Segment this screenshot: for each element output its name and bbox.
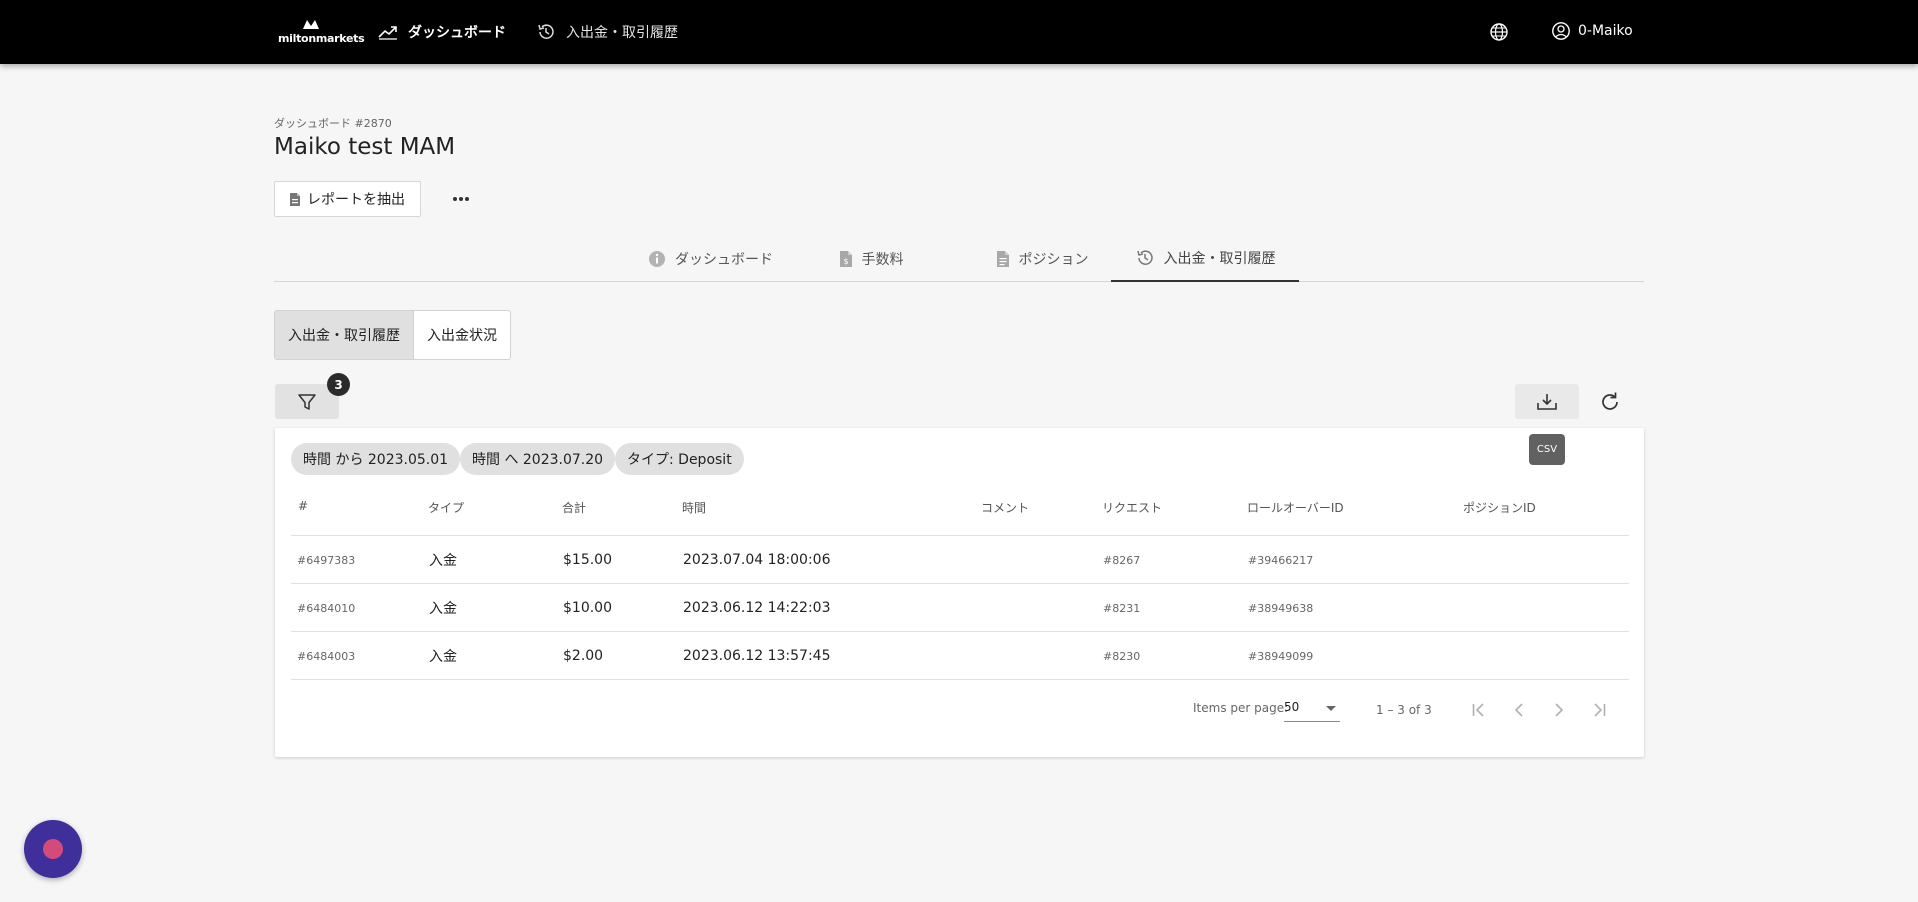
tab-positions-label: ポジション: [1018, 251, 1089, 268]
tab-history-label: 入出金・取引履歴: [1163, 250, 1276, 267]
filter-icon: [298, 393, 316, 410]
transactions-card: 時間 から 2023.05.01 時間 へ 2023.07.20 タイプ: De…: [275, 428, 1644, 757]
tab-dashboard-label: ダッシュボード: [675, 251, 773, 268]
items-per-page-label: Items per page:: [1193, 701, 1289, 715]
report-file-icon: [290, 192, 300, 206]
table-row[interactable]: #6497383 入金 $15.00 2023.07.04 18:00:06 #…: [291, 535, 1629, 583]
cell-request: #8267: [1103, 553, 1141, 567]
history-view-toggle: 入出金・取引履歴 入出金状況: [274, 310, 511, 360]
filter-count-badge: 3: [327, 373, 350, 396]
milton-markets-logo[interactable]: miltonmarkets: [278, 18, 365, 46]
refresh-icon: [1602, 392, 1618, 410]
tab-history[interactable]: 入出金・取引履歴: [1111, 235, 1299, 282]
column-header-amount[interactable]: 合計: [562, 499, 586, 516]
column-header-type[interactable]: タイプ: [428, 499, 464, 516]
table-row[interactable]: #6484010 入金 $10.00 2023.06.12 14:22:03 #…: [291, 583, 1629, 631]
nav-dashboard[interactable]: ダッシュボード: [378, 21, 506, 43]
cell-time: 2023.07.04 18:00:06: [683, 552, 831, 568]
items-per-page-select[interactable]: 50: [1284, 696, 1340, 722]
toggle-deposit-status[interactable]: 入出金状況: [414, 311, 510, 359]
more-horizontal-icon: [453, 197, 469, 201]
page-title: Maiko test MAM: [274, 134, 456, 160]
table-bottom-divider: [291, 679, 1629, 680]
refresh-button[interactable]: [1597, 389, 1623, 415]
cell-type: 入金: [429, 553, 457, 569]
tab-positions[interactable]: ポジション: [978, 235, 1106, 282]
nav-history-label: 入出金・取引履歴: [566, 25, 678, 41]
next-page-button[interactable]: [1545, 696, 1573, 724]
download-icon: [1537, 393, 1557, 410]
filter-chip-time-to[interactable]: 時間 へ 2023.07.20: [460, 443, 616, 475]
extract-report-button[interactable]: レポートを抽出: [274, 181, 421, 217]
chevron-left-icon: [1514, 703, 1523, 717]
column-header-comment[interactable]: コメント: [981, 499, 1029, 516]
tab-fees[interactable]: $ 手数料: [823, 235, 919, 282]
last-page-icon: [1594, 703, 1606, 717]
chat-widget-button[interactable]: [24, 820, 82, 878]
cell-type: 入金: [429, 601, 457, 617]
column-header-rollover-id[interactable]: ロールオーバーID: [1247, 499, 1344, 516]
user-menu[interactable]: 0-Maiko: [1551, 21, 1633, 41]
column-header-position-id[interactable]: ポジションID: [1463, 499, 1536, 516]
logo-text: miltonmarkets: [278, 32, 365, 45]
cell-id: #6497383: [297, 553, 356, 567]
csv-tooltip: CSV: [1529, 434, 1565, 465]
tab-fees-label: 手数料: [861, 251, 904, 268]
more-options-button[interactable]: [449, 190, 473, 208]
chat-indicator-icon: [43, 839, 63, 859]
history-icon: [538, 24, 554, 39]
caret-down-icon: [1326, 706, 1336, 711]
user-circle-icon: [1552, 22, 1570, 40]
table-row[interactable]: #6484003 入金 $2.00 2023.06.12 13:57:45 #8…: [291, 631, 1629, 679]
logo-mark-icon: [303, 20, 319, 29]
items-per-page-value: 50: [1284, 700, 1300, 714]
cell-rollover-id: #38949099: [1248, 649, 1314, 663]
column-header-id[interactable]: #: [298, 499, 308, 513]
pagination-range: 1 – 3 of 3: [1376, 703, 1432, 717]
svg-text:$: $: [843, 257, 848, 266]
cell-rollover-id: #39466217: [1248, 553, 1314, 567]
document-icon: [996, 250, 1009, 267]
cell-request: #8231: [1103, 601, 1141, 615]
extract-report-label: レポートを抽出: [307, 192, 405, 208]
cell-id: #6484003: [297, 649, 356, 663]
cell-time: 2023.06.12 13:57:45: [683, 648, 831, 664]
first-page-button[interactable]: [1465, 696, 1493, 724]
user-name: 0-Maiko: [1578, 23, 1633, 39]
cell-type: 入金: [429, 649, 457, 665]
previous-page-button[interactable]: [1505, 696, 1533, 724]
nav-dashboard-label: ダッシュボード: [408, 25, 506, 41]
history-icon: [1136, 249, 1153, 265]
cell-amount: $2.00: [563, 648, 604, 664]
toggle-history[interactable]: 入出金・取引履歴: [275, 311, 414, 359]
cell-time: 2023.06.12 14:22:03: [683, 600, 831, 616]
nav-history[interactable]: 入出金・取引履歴: [536, 21, 678, 43]
globe-icon[interactable]: [1489, 22, 1509, 42]
last-page-button[interactable]: [1585, 696, 1613, 724]
cell-request: #8230: [1103, 649, 1141, 663]
info-icon: [649, 250, 665, 267]
cell-amount: $15.00: [563, 552, 612, 568]
cell-rollover-id: #38949638: [1248, 601, 1314, 615]
cell-amount: $10.00: [563, 600, 612, 616]
download-csv-button[interactable]: [1515, 384, 1579, 419]
section-tabs: ダッシュボード $ 手数料 ポジション 入出金・取引履歴: [274, 235, 1644, 282]
filter-chip-time-from[interactable]: 時間 から 2023.05.01: [291, 443, 461, 475]
column-header-time[interactable]: 時間: [682, 499, 706, 516]
fee-document-icon: $: [839, 250, 852, 267]
filter-chip-type[interactable]: タイプ: Deposit: [615, 443, 744, 475]
top-navigation-bar: miltonmarkets ダッシュボード 入出金・取引履歴 0-Maiko: [0, 0, 1918, 64]
column-header-request[interactable]: リクエスト: [1102, 499, 1162, 516]
breadcrumb: ダッシュボード #2870: [274, 117, 392, 130]
first-page-icon: [1472, 703, 1484, 717]
trending-up-icon: [378, 26, 397, 40]
chevron-right-icon: [1555, 703, 1564, 717]
tab-dashboard[interactable]: ダッシュボード: [639, 235, 782, 282]
cell-id: #6484010: [297, 601, 356, 615]
